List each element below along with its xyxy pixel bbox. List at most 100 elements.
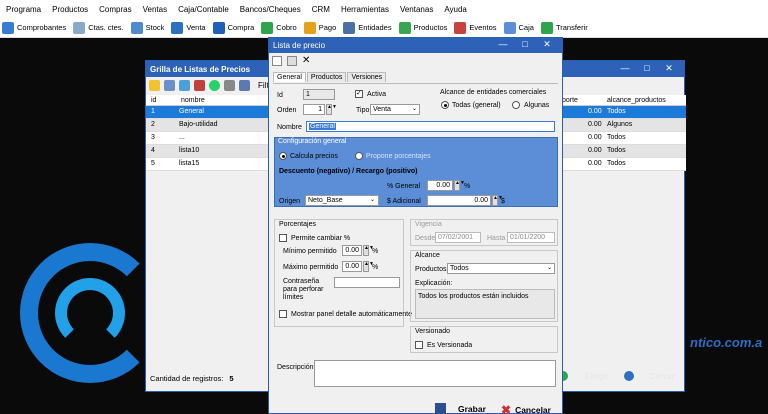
toolbar-comprobantes[interactable]: Comprobantes [2, 21, 66, 34]
toolbar-pago[interactable]: Pago [303, 21, 336, 34]
adicional-label: $ Adicional [387, 198, 421, 205]
grabar-button[interactable]: Grabar [435, 403, 486, 414]
tab-productos[interactable]: Productos [306, 72, 347, 82]
pct-general-spinner[interactable]: ▲▼ [454, 180, 465, 191]
menu-caja-contable[interactable]: Caja/Contable [178, 5, 229, 14]
delete-icon[interactable]: ✕ [302, 55, 310, 66]
menu-ayuda[interactable]: Ayuda [444, 5, 467, 14]
permite-label: Permite cambiar % [291, 235, 351, 242]
desde-field: 07/02/2001 [435, 232, 481, 243]
orden-spinner[interactable]: ▲▼ [326, 104, 337, 115]
col-importe[interactable]: porte [562, 97, 578, 104]
permite-cambiar-checkbox[interactable] [279, 234, 287, 242]
maximize-icon[interactable]: □ [514, 39, 536, 50]
main-toolbar: Comprobantes Ctas. ctes. Stock Venta Com… [0, 18, 768, 38]
menu-productos[interactable]: Productos [52, 5, 88, 14]
pct-general-field[interactable]: 0.00 [427, 180, 453, 191]
orden-field[interactable]: 1 [303, 104, 325, 115]
contrasena-label: Contraseña para perforar límites [283, 278, 324, 301]
col-alcance-productos[interactable]: alcance_productos [607, 97, 666, 104]
versionado-title: Versionado [415, 328, 451, 335]
toolbar-caja[interactable]: Caja [503, 21, 534, 34]
menu-programa[interactable]: Programa [6, 5, 41, 14]
productos-select[interactable]: Todos [447, 263, 555, 274]
maximize-icon[interactable]: □ [636, 63, 658, 74]
accounts-icon [73, 21, 86, 34]
minimize-icon[interactable]: — [492, 39, 514, 50]
cancel-icon [624, 371, 634, 381]
chevron-down-icon[interactable]: ⌄ [545, 264, 554, 273]
new-doc-icon[interactable] [272, 55, 282, 66]
toolbar-productos[interactable]: Productos [398, 21, 447, 34]
save-icon [435, 403, 446, 414]
tab-versiones[interactable]: Versiones [347, 72, 387, 82]
whatsapp-icon[interactable] [209, 79, 220, 91]
stock-icon [130, 21, 143, 34]
radio-propone-porcentajes[interactable] [355, 152, 363, 160]
radio-algunas[interactable] [512, 101, 520, 109]
toolbar-eventos[interactable]: Eventos [454, 21, 497, 34]
es-versionada-label: Es Versionada [427, 342, 473, 349]
sale-icon [171, 21, 184, 34]
radio-calcula-precios[interactable] [279, 152, 287, 160]
nombre-field[interactable]: General [306, 121, 555, 132]
minimo-spinner[interactable]: ▲▼ [363, 245, 374, 256]
save-doc-icon[interactable] [287, 55, 297, 66]
activa-label: Activa [367, 91, 387, 98]
delete-icon[interactable] [194, 79, 205, 91]
col-nombre[interactable]: nombre [181, 97, 205, 104]
calendar-icon [454, 21, 467, 34]
orden-label: Orden [277, 107, 297, 114]
cancelar-button[interactable]: ✖ Cancelar [501, 403, 551, 414]
explicacion-label: Explicación: [415, 280, 453, 287]
mostrar-label: Mostrar panel detalle automáticamente [291, 311, 413, 318]
edit-icon[interactable] [164, 79, 175, 91]
export-icon[interactable] [239, 79, 250, 91]
dialog-toolbar: ✕ [269, 53, 562, 68]
contrasena-field[interactable] [334, 277, 400, 288]
es-versionada-checkbox[interactable] [415, 341, 423, 349]
menu-bancos-cheques[interactable]: Bancos/Cheques [240, 5, 301, 14]
menu-compras[interactable]: Compras [99, 5, 131, 14]
toolbar-venta[interactable]: Venta [171, 21, 206, 34]
toolbar-entidades[interactable]: Entidades [343, 21, 392, 34]
descuento-title: Descuento (negativo) / Recargo (positivo… [279, 168, 418, 175]
maximo-spinner[interactable]: ▲▼ [363, 261, 374, 272]
toolbar-ctas-ctes[interactable]: Ctas. ctes. [73, 21, 124, 34]
tab-general[interactable]: General [273, 72, 306, 82]
menu-crm[interactable]: CRM [312, 5, 330, 14]
menu-ventas[interactable]: Ventas [143, 5, 167, 14]
chevron-down-icon[interactable]: ⌄ [410, 105, 419, 114]
menu-ventanas[interactable]: Ventanas [400, 5, 433, 14]
cerrar-button[interactable]: Cerrar [624, 371, 675, 381]
adicional-spinner[interactable]: ▲▼ [492, 195, 503, 206]
close-icon[interactable]: ✕ [536, 39, 558, 50]
new-icon[interactable] [149, 79, 160, 91]
print-icon[interactable] [224, 79, 235, 91]
minimize-icon[interactable]: — [614, 63, 636, 74]
toolbar-compra[interactable]: Compra [212, 21, 254, 34]
toolbar-cobro[interactable]: Cobro [261, 21, 297, 34]
close-icon[interactable]: ✕ [658, 63, 680, 74]
logo-ring-inner [55, 278, 125, 348]
toolbar-transferir[interactable]: Transferir [540, 21, 588, 34]
elegir-button[interactable]: Elegir [558, 371, 609, 381]
descripcion-field[interactable] [314, 360, 556, 387]
adicional-field[interactable]: 0.00 [427, 195, 491, 206]
col-id[interactable]: id [151, 97, 156, 104]
copy-icon[interactable] [179, 79, 190, 91]
toolbar-stock[interactable]: Stock [130, 21, 164, 34]
activa-checkbox[interactable]: ✓ [355, 90, 363, 98]
radio-todas-general[interactable] [441, 101, 449, 109]
minimo-field[interactable]: 0.00 [342, 245, 362, 256]
mostrar-panel-checkbox[interactable] [279, 310, 287, 318]
vigencia-title: Vigencia [415, 221, 442, 228]
id-label: Id [277, 92, 283, 99]
brand-watermark: ntico.com.a [690, 335, 763, 350]
chevron-down-icon[interactable]: ⌄ [368, 196, 377, 205]
propone-label: Propone porcentajes [366, 153, 431, 160]
price-list-dialog: Lista de precio — □ ✕ ✕ General Producto… [268, 37, 563, 414]
menu-herramientas[interactable]: Herramientas [341, 5, 389, 14]
pct-sign: % [464, 183, 471, 190]
maximo-field[interactable]: 0.00 [342, 261, 362, 272]
